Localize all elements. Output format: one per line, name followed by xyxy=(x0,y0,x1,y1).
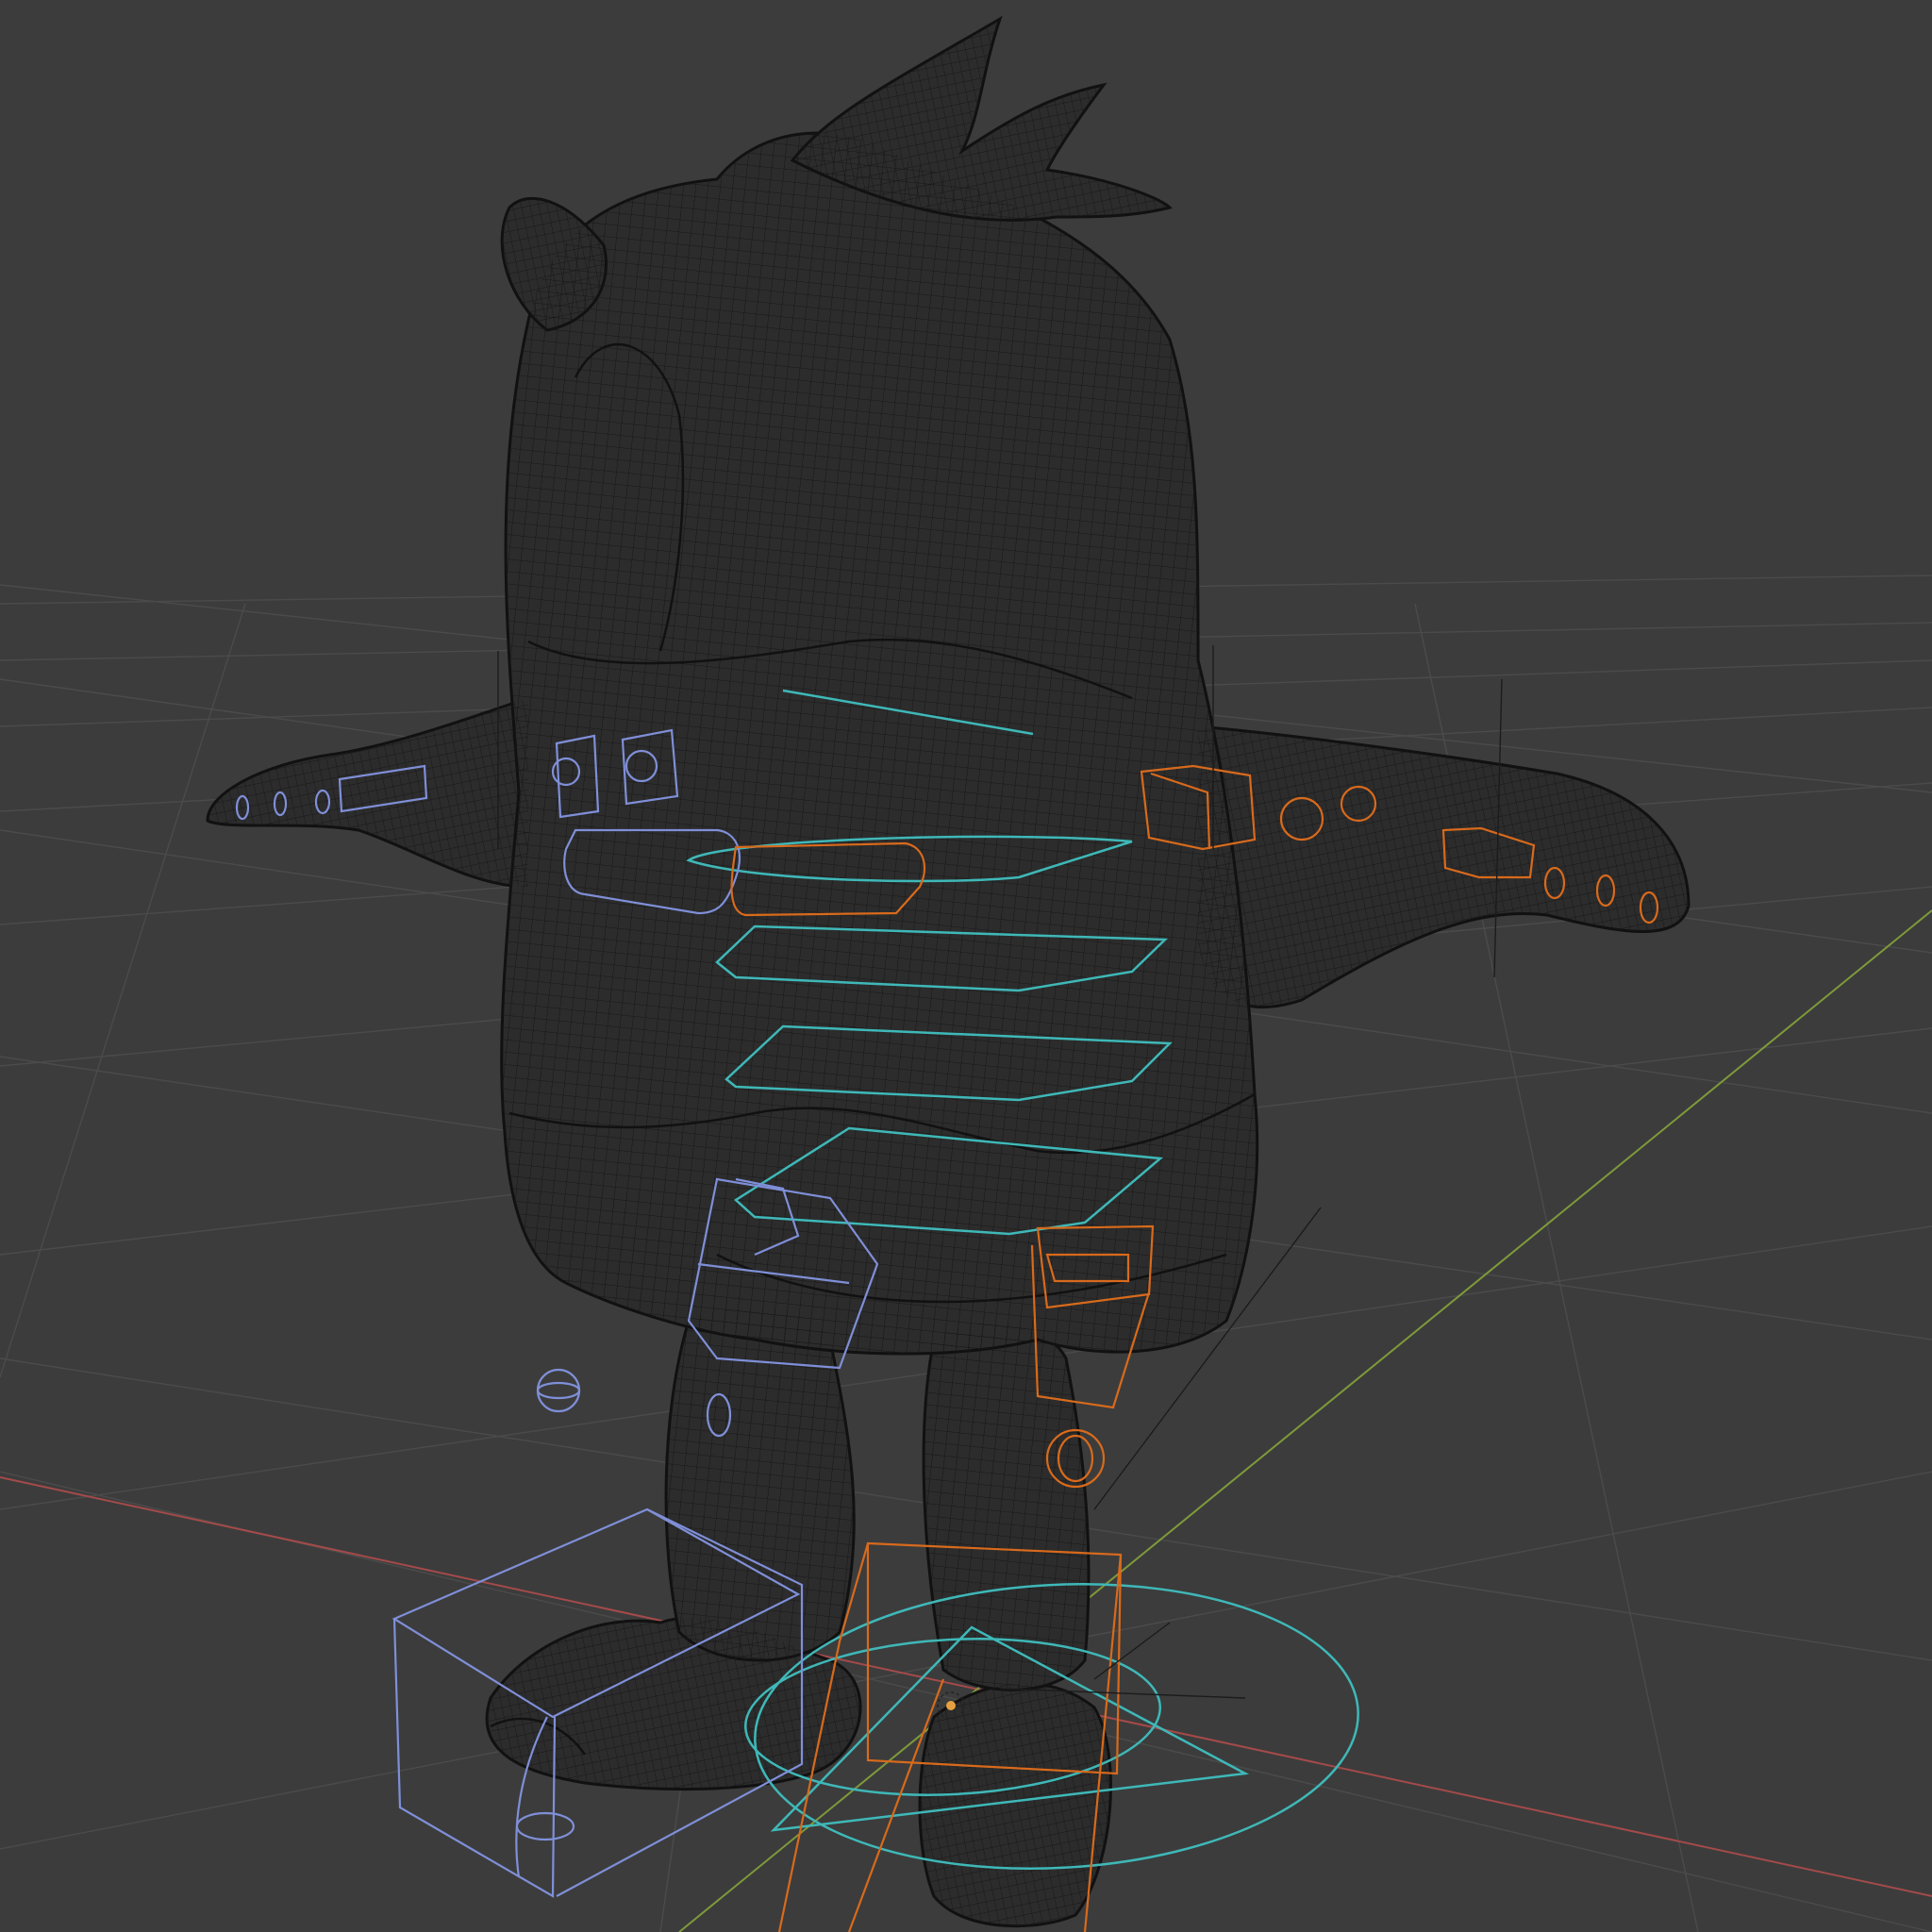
3d-viewport[interactable] xyxy=(0,0,1932,1932)
